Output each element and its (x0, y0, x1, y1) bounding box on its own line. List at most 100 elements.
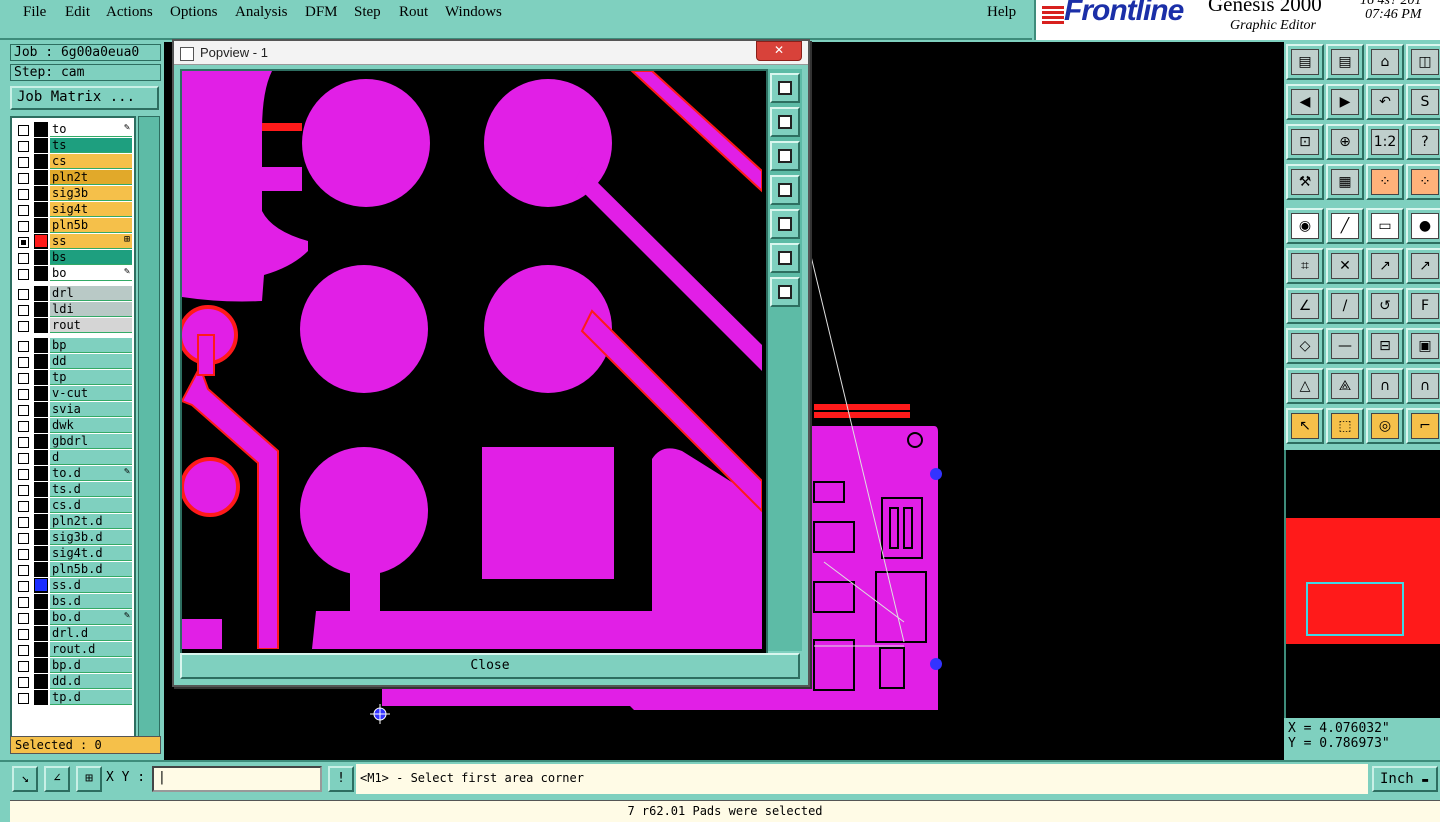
window-close-icon[interactable]: ✕ (756, 41, 802, 61)
layer-row-sig3b-d[interactable]: sig3b.d (14, 530, 134, 546)
layer-row-ldi[interactable]: ldi (14, 302, 134, 318)
layer-row-sig4t[interactable]: sig4t (14, 202, 134, 218)
tool-slice-button[interactable]: ∠ (1286, 288, 1324, 324)
layer-color-swatch[interactable] (34, 466, 48, 481)
tool-grd-button[interactable]: ▤ (1326, 44, 1364, 80)
tool-fit2-button[interactable]: ⊕ (1326, 124, 1364, 160)
layer-name[interactable]: pln2t (50, 170, 132, 185)
layer-name[interactable]: rout (50, 318, 132, 333)
layer-color-swatch[interactable] (34, 626, 48, 641)
tool-dot-button[interactable]: ● (1406, 208, 1440, 244)
layer-name[interactable]: bp (50, 338, 132, 353)
zoom-window-button[interactable] (770, 73, 800, 103)
tool-frame-button[interactable]: ⊟ (1366, 328, 1404, 364)
layer-checkbox[interactable] (18, 221, 29, 232)
layer-color-swatch[interactable] (34, 482, 48, 497)
pan-right-button[interactable] (770, 209, 800, 239)
tool-triangle2-button[interactable]: ⟁ (1326, 368, 1364, 404)
layer-color-swatch[interactable] (34, 450, 48, 465)
tool-left-button[interactable]: ◀ (1286, 84, 1324, 120)
tool-nodes-button[interactable]: ⁘ (1366, 164, 1404, 200)
layer-checkbox[interactable] (18, 189, 29, 200)
layer-checkbox[interactable] (18, 645, 29, 656)
layer-name[interactable]: ts (50, 138, 132, 153)
tool-ruler-button[interactable]: ▭ (1366, 208, 1404, 244)
layer-list[interactable]: to ✎ ts cs pln2t sig3b sig4t pln5b ss ⊞ bs bo ✎ drl ld… (10, 116, 136, 748)
layer-row-sig3b[interactable]: sig3b (14, 186, 134, 202)
layer-checkbox[interactable] (18, 565, 29, 576)
layer-name[interactable]: to (50, 122, 132, 137)
menu-edit[interactable]: Edit (65, 4, 90, 21)
layer-row-bs[interactable]: bs (14, 250, 134, 266)
layer-checkbox[interactable] (18, 549, 29, 560)
layer-color-swatch[interactable] (34, 386, 48, 401)
layer-row-pln5b-d[interactable]: pln5b.d (14, 562, 134, 578)
layer-color-swatch[interactable] (34, 690, 48, 705)
layer-checkbox[interactable] (18, 357, 29, 368)
layer-checkbox[interactable] (18, 389, 29, 400)
layer-name[interactable]: tp.d (50, 690, 132, 705)
tool-pointer-ring-button[interactable]: ◎ (1366, 408, 1404, 444)
layer-checkbox[interactable] (18, 373, 29, 384)
layer-color-swatch[interactable] (34, 498, 48, 513)
layer-name[interactable]: pln5b (50, 218, 132, 233)
pan-down-button[interactable] (770, 141, 800, 171)
layer-name[interactable]: dwk (50, 418, 132, 433)
overview-viewport[interactable] (1306, 582, 1404, 636)
tool-mirror-button[interactable]: S (1406, 84, 1440, 120)
tool-undo-button[interactable]: ↶ (1366, 84, 1404, 120)
layer-checkbox[interactable] (18, 157, 29, 168)
layer-checkbox[interactable] (18, 125, 29, 136)
layer-name[interactable]: ldi (50, 302, 132, 317)
overview-map[interactable] (1284, 450, 1440, 718)
layer-name[interactable]: sig4t (50, 202, 132, 217)
tool-fit-button[interactable]: ⊡ (1286, 124, 1324, 160)
layer-name[interactable]: v-cut (50, 386, 132, 401)
layer-checkbox[interactable] (18, 405, 29, 416)
layer-checkbox[interactable] (18, 597, 29, 608)
layer-row-dd-d[interactable]: dd.d (14, 674, 134, 690)
layer-color-swatch[interactable] (34, 302, 48, 317)
layer-name[interactable]: drl (50, 286, 132, 301)
layer-color-swatch[interactable] (34, 266, 48, 281)
layer-color-swatch[interactable] (34, 218, 48, 233)
layer-checkbox[interactable] (18, 237, 29, 248)
layer-row-sig4t-d[interactable]: sig4t.d (14, 546, 134, 562)
layer-color-swatch[interactable] (34, 338, 48, 353)
layer-row-bp[interactable]: bp (14, 338, 134, 354)
zoom-out-button[interactable] (770, 277, 800, 307)
menu-step[interactable]: Step (354, 4, 381, 21)
layer-checkbox[interactable] (18, 517, 29, 528)
units-selector[interactable]: Inch ▬ (1372, 766, 1438, 792)
menu-dfm[interactable]: DFM (305, 4, 338, 21)
layer-checkbox[interactable] (18, 677, 29, 688)
layer-checkbox[interactable] (18, 253, 29, 264)
layer-color-swatch[interactable] (34, 418, 48, 433)
menu-actions[interactable]: Actions (106, 4, 153, 21)
layer-row-ts[interactable]: ts (14, 138, 134, 154)
layer-row-ts-d[interactable]: ts.d (14, 482, 134, 498)
tool-connect-button[interactable]: ⌗ (1286, 248, 1324, 284)
tool-arc-button[interactable]: ↺ (1366, 288, 1404, 324)
layer-name[interactable]: sig3b.d (50, 530, 132, 545)
layer-row-svia[interactable]: svia (14, 402, 134, 418)
snap-button[interactable]: ↘ (12, 766, 38, 792)
layer-row-d[interactable]: d (14, 450, 134, 466)
layer-color-swatch[interactable] (34, 514, 48, 529)
layer-row-bo[interactable]: bo ✎ (14, 266, 134, 282)
layer-name[interactable]: ss.d (50, 578, 132, 593)
menu-rout[interactable]: Rout (399, 4, 428, 21)
tool-arch2-button[interactable]: ∩ (1406, 368, 1440, 404)
layer-row-ss-d[interactable]: ss.d (14, 578, 134, 594)
grid-button[interactable]: ⊞ (76, 766, 102, 792)
layer-checkbox[interactable] (18, 341, 29, 352)
layer-checkbox[interactable] (18, 437, 29, 448)
layer-checkbox[interactable] (18, 661, 29, 672)
tool-home-button[interactable]: ⌂ (1366, 44, 1404, 80)
menu-windows[interactable]: Windows (445, 4, 502, 21)
layer-name[interactable]: sig3b (50, 186, 132, 201)
layer-name[interactable]: bs.d (50, 594, 132, 609)
layer-checkbox[interactable] (18, 581, 29, 592)
layer-name[interactable]: rout.d (50, 642, 132, 657)
tool-one-to-one-button[interactable]: 1:2 (1366, 124, 1404, 160)
